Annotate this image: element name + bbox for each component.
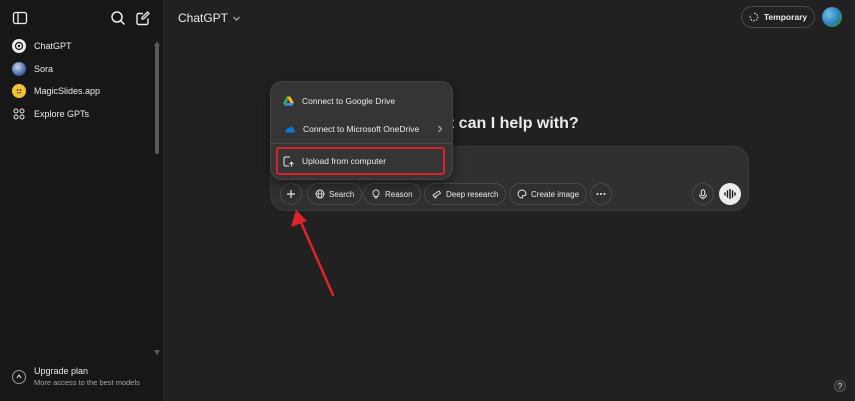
create-image-label: Create image [531,189,580,199]
upgrade-subtitle: More access to the best models [34,378,140,387]
temporary-chat-button[interactable]: Temporary [741,6,815,28]
scroll-up-icon[interactable] [154,38,160,46]
menu-item-label: Connect to Google Drive [302,96,396,106]
globe-icon [315,189,325,199]
highlight-box [276,147,445,175]
create-image-button[interactable]: Create image [509,183,588,205]
sidebar-scrollbar[interactable] [155,44,159,154]
sidebar-item-label: MagicSlides.app [34,86,101,96]
upgrade-title: Upgrade plan [34,366,89,376]
menu-divider [271,143,452,144]
sidebar: ChatGPT Sora MagicSlides.app Explore GPT… [0,0,163,401]
palette-icon [517,189,527,199]
google-drive-icon [283,96,294,106]
sidebar-item-sora[interactable]: Sora [8,59,148,79]
plus-icon [287,190,295,198]
chevron-right-icon [438,125,443,133]
help-button[interactable]: ? [834,380,846,392]
waveform-icon [724,189,736,199]
page-headline: at can I help with? [440,115,579,132]
model-selector[interactable]: ChatGPT [178,11,241,25]
sidebar-item-label: Sora [34,64,54,74]
microphone-icon [699,188,707,199]
reason-button[interactable]: Reason [363,183,421,205]
sidebar-item-magicslides[interactable]: MagicSlides.app [8,81,148,101]
scroll-down-icon[interactable] [154,347,160,355]
menu-item-google-drive[interactable]: Connect to Google Drive [283,91,443,111]
deep-research-button[interactable]: Deep research [424,183,507,205]
search-icon[interactable] [110,10,126,26]
temporary-label: Temporary [763,12,808,22]
lightbulb-icon [372,189,380,199]
upgrade-icon [12,370,26,384]
sidebar-item-label: ChatGPT [34,41,72,51]
dictate-button[interactable] [692,183,714,205]
search-button[interactable]: Search [307,183,363,205]
avatar[interactable] [822,7,842,27]
chevron-down-icon [233,16,240,21]
sidebar-item-label: Explore GPTs [34,109,90,119]
more-tools-button[interactable] [590,183,612,205]
temporary-chat-icon [749,12,759,22]
deep-research-label: Deep research [446,189,499,199]
voice-mode-button[interactable] [719,183,741,205]
more-icon [596,193,606,195]
sidebar-item-explore-gpts[interactable]: Explore GPTs [8,104,148,124]
search-label: Search [329,189,355,199]
model-name: ChatGPT [178,11,229,25]
sora-icon [12,62,26,76]
add-attachment-button[interactable] [280,183,302,205]
menu-item-onedrive[interactable]: Connect to Microsoft OneDrive [283,119,443,139]
new-chat-icon[interactable] [135,10,151,26]
magicslides-icon [12,84,26,98]
telescope-icon [432,190,442,199]
menu-item-label: Connect to Microsoft OneDrive [303,124,420,134]
chatgpt-logo-icon [12,39,26,53]
upgrade-plan-button[interactable]: Upgrade plan More access to the best mod… [12,366,140,387]
toggle-sidebar-icon[interactable] [12,10,28,26]
onedrive-icon [285,126,295,133]
grid-icon [12,107,26,121]
sidebar-item-chatgpt[interactable]: ChatGPT [8,36,148,56]
reason-label: Reason [385,189,413,199]
